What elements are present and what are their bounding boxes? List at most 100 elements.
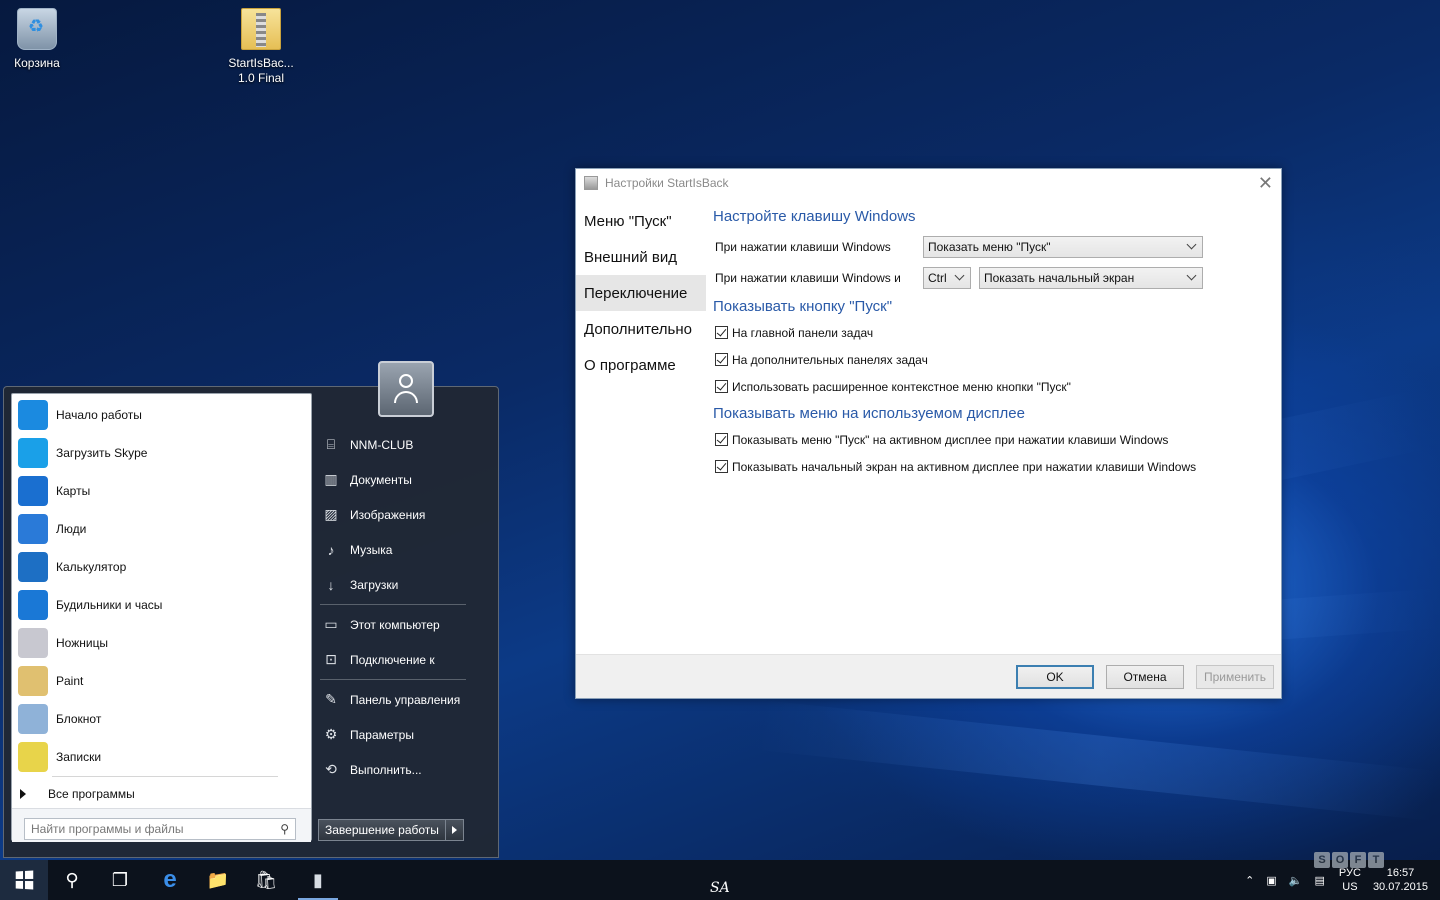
- badge-letter: F: [1350, 852, 1366, 868]
- checkbox[interactable]: [715, 433, 728, 446]
- places-item[interactable]: ⌸ NNM-CLUB: [320, 427, 480, 462]
- checkbox-label: Показывать начальный экран на активном д…: [732, 459, 1197, 474]
- ok-button[interactable]: OK: [1016, 665, 1094, 689]
- program-item[interactable]: Калькулятор: [12, 548, 311, 586]
- places-item[interactable]: ♪ Музыка: [320, 532, 480, 567]
- start-menu: Начало работы Загрузить Skype Карты Люди Кал…: [3, 361, 499, 858]
- desktop-icon-startisback[interactable]: StartIsBac... 1.0 Final: [221, 8, 301, 86]
- alarm-clock-icon: [18, 590, 48, 620]
- language-indicator[interactable]: РУС US: [1339, 866, 1361, 894]
- checkbox[interactable]: [715, 380, 728, 393]
- nav-item[interactable]: Переключение: [576, 275, 706, 311]
- search-icon[interactable]: ⚲: [48, 860, 96, 900]
- settings-dialog: Настройки StartIsBack ✕ Меню "Пуск" Внешн…: [575, 168, 1282, 699]
- program-item[interactable]: Люди: [12, 510, 311, 548]
- places-label: Этот компьютер: [350, 617, 440, 632]
- notifications-icon[interactable]: ▤: [1315, 874, 1325, 887]
- divider: [320, 604, 466, 605]
- places-item[interactable]: ⊡ Подключение к: [320, 642, 480, 677]
- nav-item[interactable]: О программе: [576, 347, 706, 383]
- checkbox-row[interactable]: На главной панели задач: [713, 319, 1273, 346]
- cancel-button[interactable]: Отмена: [1106, 665, 1184, 689]
- watermark-badge: SOFT: [1314, 852, 1384, 868]
- store-icon[interactable]: 🛍: [242, 860, 290, 900]
- language-line1: РУС: [1338, 867, 1361, 879]
- places-item[interactable]: ▭ Этот компьютер: [320, 607, 480, 642]
- nav-item[interactable]: Внешний вид: [576, 239, 706, 275]
- program-label: Записки: [56, 750, 102, 764]
- startisback-settings-icon[interactable]: ▮: [294, 860, 342, 900]
- chevron-up-icon[interactable]: ⌃: [1245, 874, 1254, 887]
- all-programs-button[interactable]: Все программы: [20, 783, 135, 805]
- places-item[interactable]: ▥ Документы: [320, 462, 480, 497]
- program-item[interactable]: Загрузить Skype: [12, 434, 311, 472]
- checkbox-row[interactable]: Показывать меню "Пуск" на активном диспл…: [713, 426, 1273, 453]
- dialog-titlebar[interactable]: Настройки StartIsBack: [576, 169, 1281, 197]
- network-icon[interactable]: ▣: [1266, 874, 1276, 887]
- clock[interactable]: 16:57 30.07.2015: [1373, 866, 1428, 894]
- places-item[interactable]: ↓ Загрузки: [320, 567, 480, 602]
- places-label: Изображения: [350, 507, 426, 522]
- checkbox[interactable]: [715, 460, 728, 473]
- search-input[interactable]: Найти программы и файлы ⚲: [24, 818, 296, 840]
- user-avatar[interactable]: [378, 361, 434, 417]
- program-item[interactable]: Paint: [12, 662, 311, 700]
- windows-ctrl-row: При нажатии клавиши Windows и Ctrl Показ…: [713, 262, 1273, 293]
- desktop-icon-recycle-bin[interactable]: Корзина: [0, 8, 77, 71]
- nav-item[interactable]: Дополнительно: [576, 311, 706, 347]
- volume-icon[interactable]: 🔈: [1289, 874, 1303, 887]
- badge-letter: T: [1368, 852, 1384, 868]
- start-menu-places-pane: ⌸ NNM-CLUB ▥ Документы ▨ Изображения ♪ Музыка ↓ З…: [320, 427, 480, 787]
- settings-gear-icon: ⚙: [324, 726, 338, 742]
- places-label: Выполнить...: [350, 762, 422, 777]
- badge-letter: O: [1332, 852, 1348, 868]
- start-button[interactable]: [0, 860, 48, 900]
- places-label: Документы: [350, 472, 412, 487]
- program-item[interactable]: Карты: [12, 472, 311, 510]
- downloads-icon: ↓: [327, 576, 335, 593]
- places-label: Подключение к: [350, 652, 435, 667]
- file-explorer-icon[interactable]: 📁: [194, 860, 242, 900]
- places-label: Загрузки: [350, 577, 399, 592]
- windows-key-select[interactable]: Показать меню "Пуск": [923, 235, 1203, 258]
- places-item[interactable]: ▨ Изображения: [320, 497, 480, 532]
- modifier-value: Ctrl: [928, 270, 947, 285]
- windows-ctrl-select[interactable]: Показать начальный экран: [979, 266, 1203, 289]
- checkbox[interactable]: [715, 326, 728, 339]
- program-item[interactable]: Ножницы: [12, 624, 311, 662]
- chevron-down-icon: [1186, 239, 1197, 250]
- divider: [52, 776, 278, 777]
- program-item[interactable]: Будильники и часы: [12, 586, 311, 624]
- checkbox-row[interactable]: Показывать начальный экран на активном д…: [713, 453, 1273, 480]
- shutdown-button[interactable]: Завершение работы: [318, 819, 446, 841]
- section-title-display: Показывать меню на используемом дисплее: [713, 405, 1025, 422]
- maps-icon: [18, 476, 48, 506]
- close-icon[interactable]: ✕: [1258, 173, 1273, 194]
- taskbar-center-text: SA: [710, 880, 730, 896]
- windows-ctrl-label: При нажатии клавиши Windows и: [715, 270, 901, 285]
- program-label: Paint: [56, 674, 84, 688]
- checkbox[interactable]: [715, 353, 728, 366]
- places-item[interactable]: ⚙ Параметры: [320, 717, 480, 752]
- program-label: Начало работы: [56, 408, 142, 422]
- checkbox-row[interactable]: Использовать расширенное контекстное мен…: [713, 373, 1273, 400]
- sticky-notes-icon: [18, 742, 48, 772]
- task-view-icon[interactable]: ❐: [96, 860, 144, 900]
- modifier-select[interactable]: Ctrl: [923, 266, 971, 289]
- places-item[interactable]: ⟲ Выполнить...: [320, 752, 480, 787]
- program-item[interactable]: Записки: [12, 738, 311, 776]
- apply-button[interactable]: Применить: [1196, 665, 1274, 689]
- edge-browser-icon[interactable]: e: [146, 860, 194, 900]
- program-label: Калькулятор: [56, 560, 127, 574]
- shutdown-options-button[interactable]: [445, 819, 464, 841]
- people-icon: [18, 514, 48, 544]
- program-item[interactable]: Блокнот: [12, 700, 311, 738]
- nav-item[interactable]: Меню "Пуск": [576, 203, 706, 239]
- program-item[interactable]: Начало работы: [12, 396, 311, 434]
- program-label: Люди: [56, 522, 87, 536]
- checkbox-row[interactable]: На дополнительных панелях задач: [713, 346, 1273, 373]
- skype-icon: [18, 438, 48, 468]
- places-item[interactable]: ✎ Панель управления: [320, 682, 480, 717]
- language-line2: US: [1342, 881, 1358, 893]
- pictures-icon: ▨: [324, 506, 338, 522]
